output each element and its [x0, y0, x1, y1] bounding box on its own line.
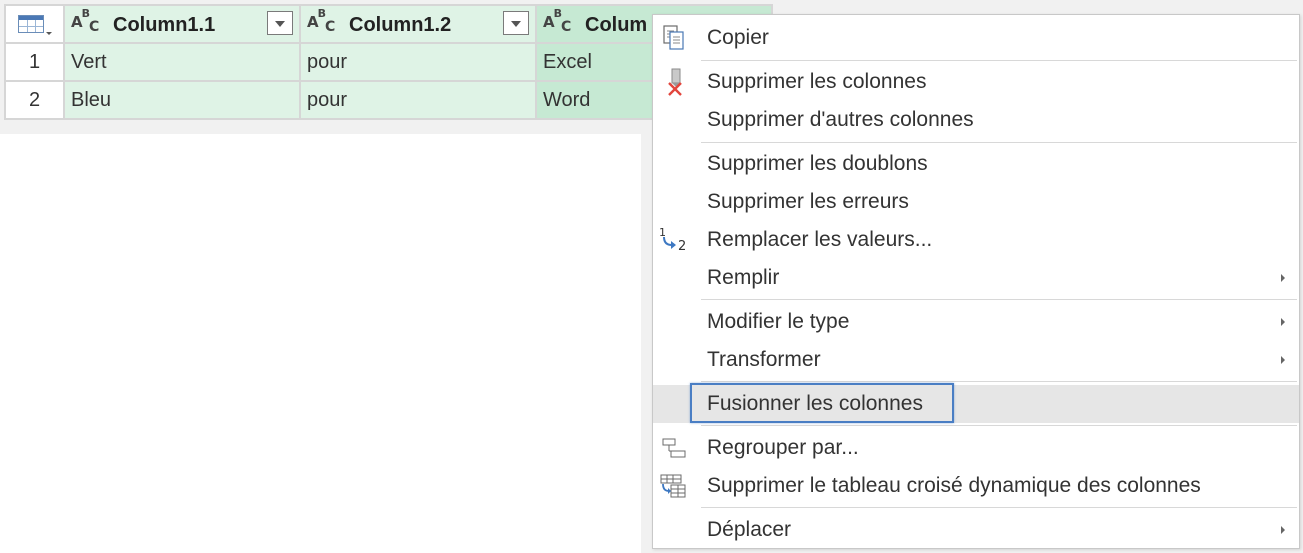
menu-item-label: Supprimer d'autres colonnes — [707, 108, 974, 131]
text-type-icon[interactable]: ABC — [543, 7, 571, 35]
menu-separator — [701, 299, 1297, 300]
delete-columns-icon — [668, 68, 682, 96]
menu-separator — [701, 60, 1297, 61]
menu-separator — [701, 142, 1297, 143]
chevron-right-icon — [1281, 526, 1285, 534]
table-cell[interactable]: Vert — [63, 42, 301, 82]
menu-separator — [701, 507, 1297, 508]
menu-item-change-type[interactable]: Modifier le type — [653, 303, 1299, 341]
table-menu-button[interactable] — [4, 4, 65, 44]
column-context-menu: Copier Supprimer les colonnes Supprimer … — [652, 14, 1300, 549]
menu-item-replace-values[interactable]: 1 2 Remplacer les valeurs... — [653, 221, 1299, 259]
menu-item-label: Supprimer les colonnes — [707, 70, 927, 93]
menu-item-label: Regrouper par... — [707, 436, 859, 459]
menu-item-label: Supprimer les erreurs — [707, 190, 909, 213]
chevron-right-icon — [1281, 274, 1285, 282]
menu-item-label: Modifier le type — [707, 310, 850, 333]
column-name: Column1.1 — [113, 14, 216, 36]
row-number[interactable]: 2 — [4, 80, 65, 120]
column-header-1[interactable]: ABC Column1.1 — [63, 4, 301, 44]
menu-item-label: Supprimer le tableau croisé dynamique de… — [707, 474, 1201, 497]
menu-item-remove-other-columns[interactable]: Supprimer d'autres colonnes — [653, 101, 1299, 139]
chevron-right-icon — [1281, 356, 1285, 364]
chevron-down-icon — [511, 21, 521, 27]
menu-item-label: Fusionner les colonnes — [707, 392, 923, 415]
menu-item-label: Supprimer les doublons — [707, 152, 928, 175]
chevron-right-icon — [1281, 318, 1285, 326]
menu-item-label: Copier — [707, 26, 769, 49]
menu-separator — [701, 425, 1297, 426]
group-by-icon — [662, 438, 686, 458]
column-header-2[interactable]: ABC Column1.2 — [299, 4, 537, 44]
replace-values-icon: 1 2 — [659, 226, 686, 254]
menu-item-unpivot-columns[interactable]: Supprimer le tableau croisé dynamique de… — [653, 467, 1299, 505]
table-cell[interactable]: Bleu — [63, 80, 301, 120]
column-name: Column1.2 — [349, 14, 452, 36]
chevron-down-icon — [275, 21, 285, 27]
table-cell[interactable]: pour — [299, 80, 537, 120]
menu-item-copy[interactable]: Copier — [653, 19, 1299, 57]
svg-text:2: 2 — [678, 239, 686, 254]
column-filter-button[interactable] — [267, 11, 293, 35]
menu-item-label: Remplir — [707, 266, 780, 289]
menu-item-group-by[interactable]: Regrouper par... — [653, 429, 1299, 467]
table-icon — [18, 15, 44, 33]
chevron-down-icon — [46, 32, 52, 35]
column-name: Colum — [585, 14, 648, 36]
text-type-icon[interactable]: ABC — [71, 7, 99, 35]
menu-item-merge-columns[interactable]: Fusionner les colonnes — [653, 383, 1299, 423]
text-type-icon[interactable]: ABC — [307, 7, 335, 35]
menu-item-label: Transformer — [707, 348, 821, 371]
menu-item-remove-errors[interactable]: Supprimer les erreurs — [653, 183, 1299, 221]
unpivot-icon — [660, 474, 686, 498]
menu-item-fill[interactable]: Remplir — [653, 259, 1299, 297]
menu-item-label: Remplacer les valeurs... — [707, 228, 933, 251]
menu-item-label: Déplacer — [707, 518, 792, 541]
table-cell[interactable]: pour — [299, 42, 537, 82]
menu-item-transform[interactable]: Transformer — [653, 341, 1299, 379]
column-filter-button[interactable] — [503, 11, 529, 35]
menu-item-remove-duplicates[interactable]: Supprimer les doublons — [653, 145, 1299, 183]
menu-item-remove-columns[interactable]: Supprimer les colonnes — [653, 63, 1299, 101]
menu-separator — [701, 381, 1297, 382]
menu-item-move[interactable]: Déplacer — [653, 511, 1299, 549]
copy-icon — [663, 25, 684, 50]
row-number[interactable]: 1 — [4, 42, 65, 82]
